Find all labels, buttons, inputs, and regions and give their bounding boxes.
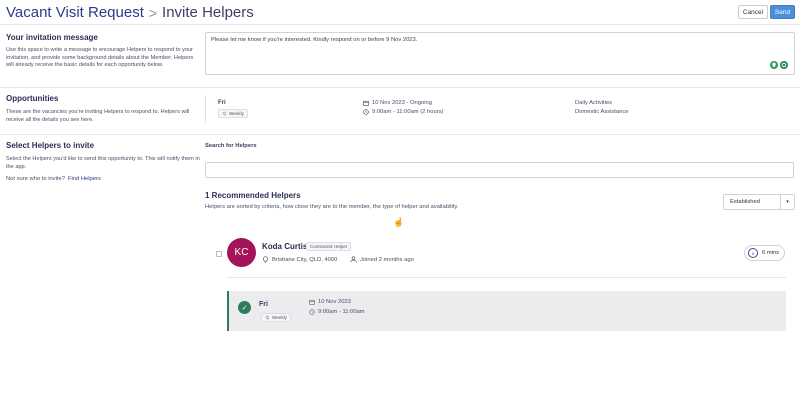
not-sure-text: Not sure who to invite? — [6, 176, 65, 182]
match-day: Fri — [259, 301, 268, 308]
invitation-title: Your invitation message — [6, 33, 98, 42]
clock-icon — [309, 309, 315, 315]
service-item: Domestic Assistance — [575, 109, 629, 115]
opportunity-date: 10 Nov 2023 - Ongoing — [363, 100, 432, 106]
repeat-icon — [222, 111, 227, 116]
helper-location: Brisbane City, QLD, 4000 — [262, 256, 337, 263]
cancel-button[interactable]: Cancel — [738, 5, 768, 19]
page-header: Vacant Visit Request > Invite Helpers — [6, 4, 254, 21]
travel-clock-icon: 6 — [748, 248, 758, 258]
location-pin-icon — [263, 256, 268, 263]
clock-icon — [363, 109, 369, 115]
location-pin-icon[interactable] — [770, 61, 778, 69]
helper-name[interactable]: Koda Curtis — [262, 242, 307, 251]
repeat-icon — [265, 315, 270, 320]
search-label: Search for Helpers — [205, 143, 257, 149]
send-button[interactable]: Send — [770, 5, 795, 19]
select-helpers-title: Select Helpers to invite — [6, 141, 95, 150]
opportunity-time: 9:00am - 11:00am (2 hours) — [363, 109, 443, 115]
page-title[interactable]: Vacant Visit Request — [6, 4, 144, 21]
hand-cursor-icon: ☝ — [393, 217, 405, 227]
opportunity-day: Fri — [218, 100, 226, 106]
helper-joined: Joined 2 months ago — [350, 256, 414, 263]
helper-type-badge: Contracted Helper — [306, 242, 352, 251]
grammarly-icon[interactable] — [780, 61, 788, 69]
section-divider — [0, 87, 800, 88]
frequency-badge: Weekly — [261, 313, 291, 322]
find-helpers-row: Not sure who to invite? Find Helpers — [6, 176, 101, 182]
calendar-icon — [363, 100, 369, 106]
opportunities-description: These are the vacancies you're inviting … — [6, 109, 190, 123]
invitation-description: Use this space to write a message to enc… — [6, 47, 194, 68]
checkmark-icon: ✓ — [238, 301, 251, 314]
travel-time: 6 mins — [762, 250, 780, 256]
frequency-badge: Weekly — [218, 109, 248, 118]
service-item: Daily Activities — [575, 100, 613, 106]
travel-time-pill: 6 6 mins — [744, 245, 785, 261]
invitation-message-input[interactable]: Please let me know if you're interested.… — [205, 32, 795, 75]
sort-selected-value: Established — [730, 199, 760, 205]
header-divider — [0, 24, 800, 25]
section-divider — [0, 134, 800, 135]
page-subtitle: Invite Helpers — [162, 4, 254, 21]
match-date: 10 Nov 2023 — [309, 299, 351, 305]
recommended-title: 1 Recommended Helpers — [205, 191, 301, 200]
person-icon — [350, 256, 357, 263]
helper-select-checkbox[interactable] — [216, 251, 222, 257]
caret-down-icon[interactable]: ▾ — [780, 195, 794, 209]
matched-opportunity-card[interactable]: ✓ Fri Weekly 10 Nov 2023 9:00am - 11:00a… — [227, 291, 786, 331]
invitation-message-text: Please let me know if you're interested.… — [211, 37, 418, 43]
breadcrumb-separator: > — [148, 4, 158, 21]
calendar-icon — [309, 299, 315, 305]
avatar: KC — [227, 238, 256, 267]
select-helpers-description: Select the Helpers you'd like to send th… — [6, 156, 200, 170]
opportunities-title: Opportunities — [6, 94, 59, 103]
recommended-description: Helpers are sorted by criteria, how clos… — [205, 204, 459, 210]
card-divider — [227, 277, 786, 278]
search-helpers-input[interactable] — [205, 162, 794, 178]
sort-select[interactable]: Established ▾ — [723, 194, 795, 210]
match-time: 9:00am - 11:00am — [309, 309, 365, 315]
find-helpers-link[interactable]: Find Helpers — [68, 176, 101, 182]
opportunity-row: Fri Weekly 10 Nov 2023 - Ongoing 9:00am … — [205, 95, 795, 123]
